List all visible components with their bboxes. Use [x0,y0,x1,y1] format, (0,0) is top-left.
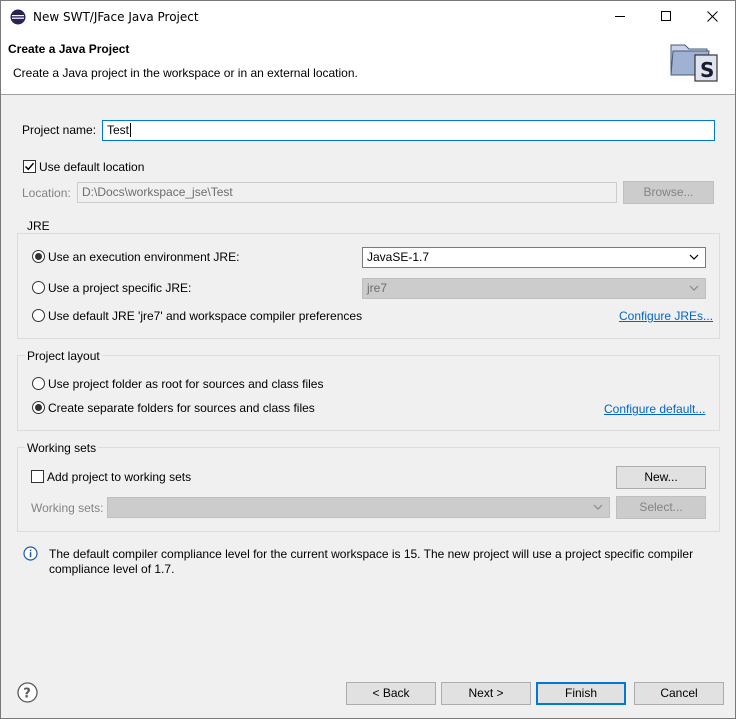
project-specific-select[interactable]: jre7 [362,278,706,299]
execution-env-select[interactable]: JavaSE-1.7 [362,247,706,268]
help-icon[interactable]: ? [17,682,38,703]
working-sets-select[interactable] [107,497,610,518]
radio-separate-folders[interactable] [32,401,45,414]
project-name-input[interactable]: Test [102,120,715,141]
project-name-label: Project name: [22,123,97,137]
page-description: Create a Java project in the workspace o… [13,66,358,80]
chevron-down-icon [593,504,603,510]
wizard-banner: Create a Java Project Create a Java proj… [1,32,735,95]
use-default-location-label: Use default location [39,160,145,174]
checkmark-icon [24,162,35,171]
jre-group-title: JRE [25,219,52,233]
info-icon [23,546,38,561]
location-input[interactable]: D:\Docs\workspace_jse\Test [77,182,617,203]
radio-project-specific[interactable] [32,281,45,294]
maximize-icon [661,11,671,21]
configure-default-link[interactable]: Configure default... [604,402,705,416]
project-layout-group-title: Project layout [25,349,102,363]
chevron-down-icon [689,285,699,291]
select-working-sets-button[interactable]: Select... [616,496,706,519]
add-to-working-sets-checkbox[interactable] [31,470,44,483]
browse-button[interactable]: Browse... [623,181,714,204]
back-button[interactable]: < Back [346,682,436,705]
swt-project-icon: S [670,44,718,82]
chevron-down-icon [689,254,699,260]
svg-text:S: S [700,58,714,82]
minimize-icon [615,16,625,17]
working-sets-label: Working sets: [31,501,104,515]
add-to-working-sets-label: Add project to working sets [47,470,192,484]
execution-env-label: Use an execution environment JRE: [48,250,240,264]
maximize-button[interactable] [643,1,689,32]
cancel-button[interactable]: Cancel [634,682,724,705]
location-label: Location: [22,186,71,200]
minimize-button[interactable] [597,1,643,32]
close-button[interactable] [689,1,735,32]
dialog-window: New SWT/JFace Java Project Create a Java… [0,0,736,719]
separate-folders-label: Create separate folders for sources and … [48,401,315,415]
default-jre-label: Use default JRE 'jre7' and workspace com… [48,309,363,323]
new-working-set-button[interactable]: New... [616,466,706,489]
svg-text:?: ? [23,687,31,702]
radio-default-jre[interactable] [32,309,45,322]
window-title: New SWT/JFace Java Project [33,10,199,24]
project-specific-label: Use a project specific JRE: [48,281,192,295]
radio-execution-env[interactable] [32,250,45,263]
configure-jres-link[interactable]: Configure JREs... [619,309,713,323]
working-sets-group [17,447,720,532]
radio-root-folder[interactable] [32,377,45,390]
next-button[interactable]: Next > [441,682,531,705]
close-icon [707,11,718,22]
title-bar[interactable]: New SWT/JFace Java Project [1,1,735,32]
root-folder-label: Use project folder as root for sources a… [48,377,324,391]
working-sets-group-title: Working sets [25,441,99,455]
info-message: The default compiler compliance level fo… [49,547,694,576]
project-layout-group [17,355,720,431]
page-title: Create a Java Project [8,42,130,56]
use-default-location-checkbox[interactable] [23,160,36,173]
finish-button[interactable]: Finish [536,682,626,705]
eclipse-icon [10,9,26,25]
